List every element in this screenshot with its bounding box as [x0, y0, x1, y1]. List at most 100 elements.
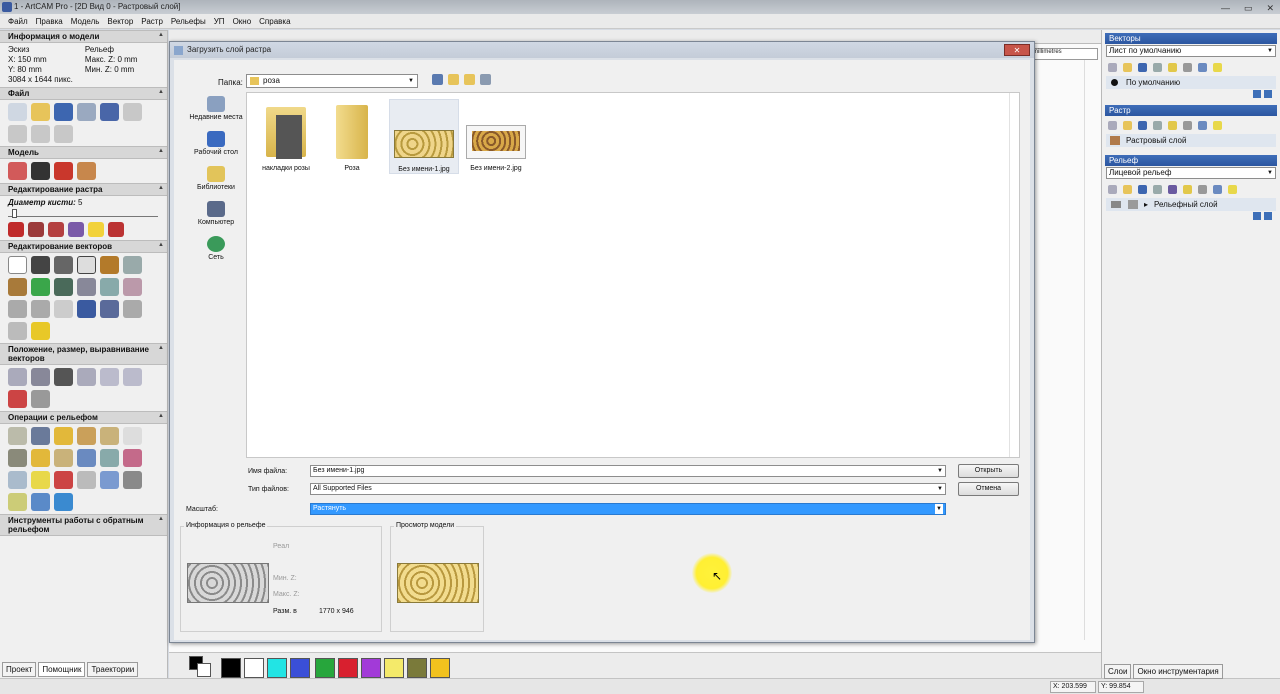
new-folder-icon[interactable]: [464, 74, 475, 85]
relief-copy-icon[interactable]: [1153, 184, 1162, 194]
layer-clear-icon[interactable]: [1198, 62, 1207, 72]
nesting-icon[interactable]: [54, 368, 73, 386]
circle-array-icon[interactable]: [31, 390, 50, 408]
paint-icon[interactable]: [8, 222, 24, 237]
raster-merge-icon[interactable]: [1183, 120, 1192, 130]
polyline-icon[interactable]: [123, 256, 142, 274]
new-point-icon[interactable]: [31, 278, 50, 296]
layer-paste-icon[interactable]: [1168, 62, 1177, 72]
section-relief-ops[interactable]: Операции с рельефом: [0, 411, 167, 424]
swatch-gold[interactable]: [430, 658, 450, 678]
relief-sphere-icon[interactable]: [31, 493, 50, 511]
relief-blend-icon[interactable]: [31, 449, 50, 467]
back-icon[interactable]: [432, 74, 443, 85]
rectangle-icon[interactable]: [77, 256, 96, 274]
scale-icon[interactable]: [100, 368, 119, 386]
view-menu-icon[interactable]: [480, 74, 491, 85]
redo-icon[interactable]: [123, 103, 142, 121]
tab-assistant[interactable]: Помощник: [38, 662, 86, 677]
maximize-icon[interactable]: ▭: [1244, 1, 1253, 15]
move-up-icon[interactable]: [1253, 90, 1261, 98]
section-model[interactable]: Модель: [0, 146, 167, 159]
draw-outline-icon[interactable]: [48, 222, 64, 237]
relief-paste-icon[interactable]: [1183, 184, 1192, 194]
relief-texture-icon[interactable]: [8, 471, 27, 489]
spline-icon[interactable]: [54, 300, 73, 318]
relief-bulb-icon[interactable]: [31, 471, 50, 489]
layer-copy-icon[interactable]: [1153, 62, 1162, 72]
relief-move-down-icon[interactable]: [1264, 212, 1272, 220]
relief-column-icon[interactable]: [77, 471, 96, 489]
section-reverse-tools[interactable]: Инструменты работы с обратным рельефом: [0, 514, 167, 536]
relief-import-icon[interactable]: [8, 427, 27, 445]
erase-icon[interactable]: [68, 222, 84, 237]
cut-icon[interactable]: [8, 125, 27, 143]
layer-open-icon[interactable]: [1123, 62, 1132, 72]
tab-toolbox[interactable]: Окно инструментария: [1133, 664, 1223, 679]
scale-select[interactable]: Растянуть: [310, 503, 946, 515]
swatch-green[interactable]: [315, 658, 335, 678]
relief-save-icon[interactable]: [1138, 184, 1147, 194]
relief-wave-icon[interactable]: [100, 449, 119, 467]
relief-shape-icon[interactable]: [54, 427, 73, 445]
relief-offset-icon[interactable]: [54, 449, 73, 467]
layer-save-icon[interactable]: [1138, 62, 1147, 72]
wrap-icon[interactable]: [8, 322, 27, 340]
relief-erase-icon[interactable]: [123, 449, 142, 467]
swatch-black[interactable]: [221, 658, 241, 678]
relief-move-up-icon[interactable]: [1253, 212, 1261, 220]
bezier-icon[interactable]: [31, 300, 50, 318]
swatch-red[interactable]: [338, 658, 358, 678]
grid-icon[interactable]: [54, 278, 73, 296]
relief-plate-icon[interactable]: [100, 471, 119, 489]
relief-house-icon[interactable]: [54, 471, 73, 489]
relief-star-icon[interactable]: [77, 449, 96, 467]
place-computer[interactable]: Компьютер: [188, 201, 244, 226]
curve-icon[interactable]: [8, 300, 27, 318]
up-folder-icon[interactable]: [448, 74, 459, 85]
open-button[interactable]: Открыть: [958, 464, 1019, 478]
secondary-color-swatch[interactable]: [197, 663, 211, 677]
section-position[interactable]: Положение, размер, выравнивание векторов: [0, 343, 167, 365]
menu-window[interactable]: Окно: [229, 17, 256, 26]
menu-toolpaths[interactable]: УП: [210, 17, 229, 26]
save-model-icon[interactable]: [54, 103, 73, 121]
layer-light-icon[interactable]: [1213, 62, 1222, 72]
path-icon[interactable]: [123, 300, 142, 318]
relief-light-icon[interactable]: [1228, 184, 1237, 194]
file-item-image-1[interactable]: Без имени-1.jpg: [389, 99, 459, 174]
menu-vector[interactable]: Вектор: [103, 17, 137, 26]
file-item-folder-1[interactable]: накладки розы: [251, 99, 321, 172]
swatch-purple[interactable]: [361, 658, 381, 678]
align-icon[interactable]: [77, 368, 96, 386]
paste-icon[interactable]: [54, 125, 73, 143]
file-list-scrollbar[interactable]: [1009, 93, 1019, 457]
swatch-cyan[interactable]: [267, 658, 287, 678]
image-import-icon[interactable]: [77, 162, 96, 180]
layer-merge-icon[interactable]: [1183, 62, 1192, 72]
menu-edit[interactable]: Правка: [32, 17, 67, 26]
model-size-icon[interactable]: [8, 162, 27, 180]
raster-open-icon[interactable]: [1123, 120, 1132, 130]
model-info-header[interactable]: Информация о модели: [0, 30, 167, 43]
expand-arrow-icon[interactable]: ▸: [1144, 198, 1148, 211]
join-icon[interactable]: [100, 300, 119, 318]
relief-layer-item[interactable]: ▸ Рельефный слой: [1106, 198, 1276, 211]
node-edit-icon[interactable]: [31, 256, 50, 274]
filetype-select[interactable]: All Supported Files: [310, 483, 946, 495]
brush-diameter-slider[interactable]: [8, 209, 158, 218]
relief-sculpt-icon[interactable]: [8, 449, 27, 467]
place-libraries[interactable]: Библиотеки: [188, 166, 244, 191]
model-resolution-icon[interactable]: [54, 162, 73, 180]
relief-arch-icon[interactable]: [100, 427, 119, 445]
menu-help[interactable]: Справка: [255, 17, 294, 26]
raster-light-icon[interactable]: [1213, 120, 1222, 130]
vector-layer-item[interactable]: По умолчанию: [1106, 76, 1276, 89]
swatch-yellow[interactable]: [384, 658, 404, 678]
move-icon[interactable]: [8, 368, 27, 386]
new-model-icon[interactable]: [8, 103, 27, 121]
pencil-icon[interactable]: [108, 222, 124, 237]
bitmap-to-vector-icon[interactable]: [8, 278, 27, 296]
offset-icon[interactable]: [77, 278, 96, 296]
relief-spin-icon[interactable]: [123, 471, 142, 489]
